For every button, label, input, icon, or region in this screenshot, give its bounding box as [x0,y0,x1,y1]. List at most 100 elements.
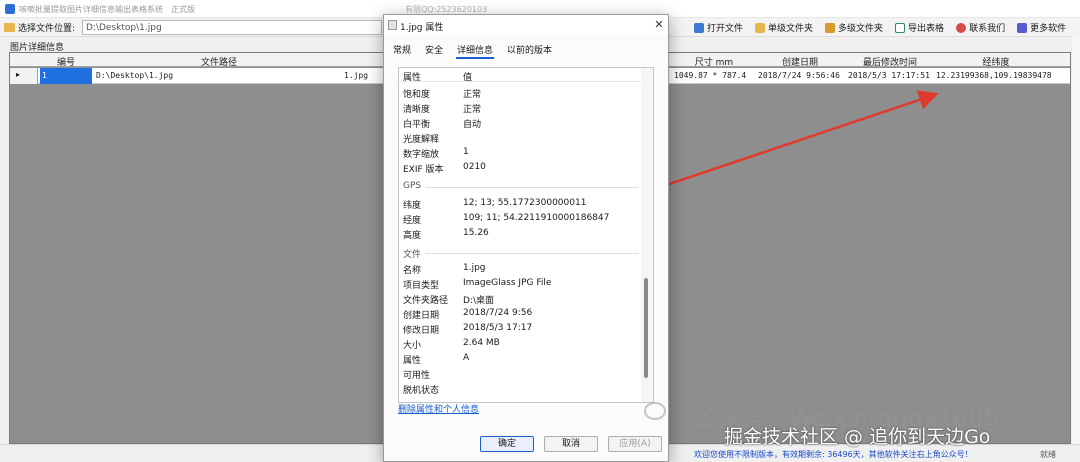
cell-id: 1 [42,71,47,80]
property-scrollbar[interactable] [641,68,653,402]
property-value: 0210 [463,162,486,172]
property-name: 饱和度 [403,90,431,100]
cell-latlng[interactable]: 12.23199368,109.19839478 [936,71,1052,80]
column-property[interactable]: 属性 [403,70,421,83]
list-item[interactable]: 数字缩放 1 [399,147,639,162]
export-icon [895,22,906,33]
app-title: 咳嗽批量提取图片详细信息输出表格系统 正式版 [19,4,195,15]
property-value: 109; 11; 54.2211910000186847 [463,213,610,223]
toolbar-buttons: 打开文件 单级文件夹 多级文件夹 导出表格 联系我们 更多软件 [692,20,1068,35]
section-file: 文件 [403,247,639,260]
list-item[interactable]: 项目类型 ImageGlass JPG File [399,278,639,293]
tab-security[interactable]: 安全 [424,43,444,59]
more-software-button[interactable]: 更多软件 [1015,20,1068,35]
property-name: 脱机状态 [403,386,440,396]
property-value: 正常 [463,90,482,100]
property-name: EXIF 版本 [403,165,444,175]
property-name: 修改日期 [403,326,440,336]
property-name: 经度 [403,216,422,226]
list-item[interactable]: 文件夹路径 D:\桌面 [399,293,639,308]
header-created[interactable]: 创建日期 [756,55,844,68]
export-button[interactable]: 导出表格 [893,20,946,35]
cancel-button[interactable]: 取消 [544,436,598,452]
single-folder-label: 单级文件夹 [768,24,814,34]
location-label-text: 选择文件位置: [18,24,76,34]
property-list[interactable]: 属性 值 饱和度 正常 清晰度 正常 白平衡 自动 光度解释 数字缩放 1 EXIF 版… [398,67,654,403]
property-list-header: 属性 值 [399,68,653,83]
single-folder-button[interactable]: 单级文件夹 [753,20,815,35]
remove-properties-link[interactable]: 删除属性和个人信息 [398,402,479,415]
section-gps-label: GPS [403,181,422,191]
list-item[interactable]: 属性 A [399,353,639,368]
export-label: 导出表格 [908,24,945,34]
property-name: 文件夹路径 [403,296,449,306]
list-item[interactable]: 创建日期 2018/7/24 9:56 [399,308,639,323]
list-item[interactable]: 饱和度 正常 [399,87,639,102]
apply-button[interactable]: 应用(A) [608,436,662,452]
folders-icon [825,22,836,33]
header-latlng[interactable]: 经纬度 [936,55,1056,68]
cell-path[interactable]: D:\Desktop\1.jpg [96,71,173,80]
tab-previous-versions[interactable]: 以前的版本 [506,43,553,59]
section-divider [425,253,639,254]
open-file-button[interactable]: 打开文件 [692,20,745,35]
status-text: 欢迎您使用不限制版本，有效期剩余: 36496天，其他软件关注右上角公众号！ [694,450,973,459]
header-id[interactable]: 编号 [40,55,92,68]
list-item[interactable]: 纬度 12; 13; 55.1772300000011 [399,198,639,213]
app-icon [5,4,15,14]
more-software-label: 更多软件 [1030,24,1067,34]
list-item[interactable]: 修改日期 2018/5/3 17:17 [399,323,639,338]
close-icon[interactable]: ✕ [652,18,666,32]
app-edition: 正式版 [171,5,195,14]
scrollbar-thumb[interactable] [644,278,648,378]
property-value: 2.64 MB [463,338,500,348]
property-name: 高度 [403,231,422,241]
open-file-label: 打开文件 [707,24,744,34]
dialog-titlebar: 1.jpg 属性 ✕ [384,15,668,35]
app-title-text: 咳嗽批量提取图片详细信息输出表格系统 [19,5,163,14]
dialog-title: 1.jpg 属性 [400,23,444,33]
path-input[interactable]: D:\Desktop\1.jpg [82,20,382,35]
header-modified[interactable]: 最后修改时间 [846,55,934,68]
header-size[interactable]: 尺寸 mm [674,55,754,68]
property-value: A [463,353,470,363]
tab-general[interactable]: 常规 [392,43,412,59]
property-value: 1.jpg [463,263,486,273]
property-name: 可用性 [403,371,431,381]
selected-cell[interactable]: 1 [40,68,92,84]
location-label[interactable]: 选择文件位置: [4,21,75,34]
cell-size[interactable]: 1049.87 * 787.4 [674,71,746,80]
contact-label: 联系我们 [969,24,1006,34]
row-header[interactable]: ▸ [10,68,38,84]
folder-icon [755,22,766,33]
list-item[interactable]: 白平衡 自动 [399,117,639,132]
cell-modified[interactable]: 2018/5/3 17:17:51 [848,71,930,80]
list-item[interactable]: 光度解释 [399,132,639,147]
list-item[interactable]: 可用性 [399,368,639,383]
property-value: 15.26 [463,228,489,238]
window-scrollbar[interactable] [1072,36,1080,444]
section-gps: GPS [403,181,639,194]
list-item[interactable]: 名称 1.jpg [399,263,639,278]
list-item[interactable]: 清晰度 正常 [399,102,639,117]
cell-created[interactable]: 2018/7/24 9:56:46 [758,71,840,80]
list-item[interactable]: 脱机状态 [399,383,639,398]
property-name: 属性 [403,356,422,366]
list-item[interactable]: 大小 2.64 MB [399,338,639,353]
property-name: 纬度 [403,201,422,211]
list-item[interactable]: EXIF 版本 0210 [399,162,639,177]
property-value: 正常 [463,105,482,115]
list-item[interactable]: 经度 109; 11; 54.2211910000186847 [399,213,639,228]
property-name: 创建日期 [403,311,440,321]
tab-details[interactable]: 详细信息 [456,43,495,59]
property-name: 大小 [403,341,422,351]
header-path[interactable]: 文件路径 [94,55,344,68]
cell-name[interactable]: 1.jpg [344,71,368,80]
property-value: 自动 [463,120,482,130]
column-value[interactable]: 值 [463,70,472,83]
list-item[interactable]: 高度 15.26 [399,228,639,243]
multi-folder-button[interactable]: 多级文件夹 [823,20,885,35]
open-file-icon [694,22,704,33]
ok-button[interactable]: 确定 [480,436,534,452]
contact-button[interactable]: 联系我们 [954,20,1007,35]
